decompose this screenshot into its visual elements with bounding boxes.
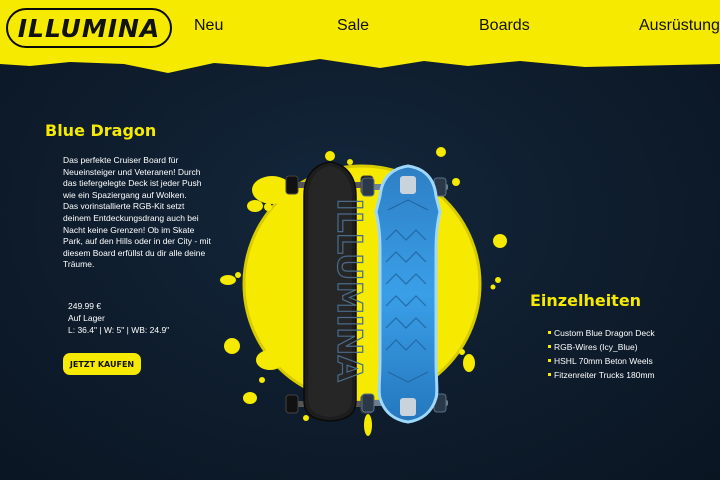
details-item: Fitzenreiter Trucks 180mm <box>548 368 655 382</box>
wheel <box>285 175 299 195</box>
details-item: HSHL 70mm Beton Weels <box>548 354 655 368</box>
details-item-text: RGB-Wires (Icy_Blue) <box>554 342 638 352</box>
product-title: Blue Dragon <box>45 121 157 140</box>
wheel <box>285 394 299 414</box>
details-item: RGB-Wires (Icy_Blue) <box>548 340 655 354</box>
baseplate-bottom <box>400 398 416 416</box>
details-title: Einzelheiten <box>530 291 642 310</box>
wheel <box>361 177 375 197</box>
bullet-icon <box>548 331 551 334</box>
description-paragraph: Das perfekte Cruiser Board für Neueinste… <box>63 155 202 200</box>
product-meta: 249.99 € Auf Lager L: 36.4" | W: 5" | WB… <box>68 300 169 336</box>
details-item-text: HSHL 70mm Beton Weels <box>554 356 653 366</box>
product-price: 249.99 € <box>68 301 102 311</box>
details-item-text: Fitzenreiter Trucks 180mm <box>554 370 655 380</box>
details-list: Custom Blue Dragon Deck RGB-Wires (Icy_B… <box>548 326 655 382</box>
bullet-icon <box>548 373 551 376</box>
details-item-text: Custom Blue Dragon Deck <box>554 328 655 338</box>
product-dimensions: L: 36.4" | W: 5" | WB: 24.9" <box>68 325 170 335</box>
bullet-icon <box>548 345 551 348</box>
baseplate-top <box>400 176 416 194</box>
wheel <box>361 393 375 413</box>
description-paragraph: Das vorinstallierte RGB-Kit setzt deinem… <box>63 201 211 270</box>
buy-now-button[interactable]: JETZT KAUFEN <box>63 353 141 375</box>
details-item: Custom Blue Dragon Deck <box>548 326 655 340</box>
bullet-icon <box>548 359 551 362</box>
deck-brand-text: ILLUMINA <box>329 198 369 382</box>
stock-status: Auf Lager <box>68 313 105 323</box>
product-description: Das perfekte Cruiser Board für Neueinste… <box>63 155 211 271</box>
